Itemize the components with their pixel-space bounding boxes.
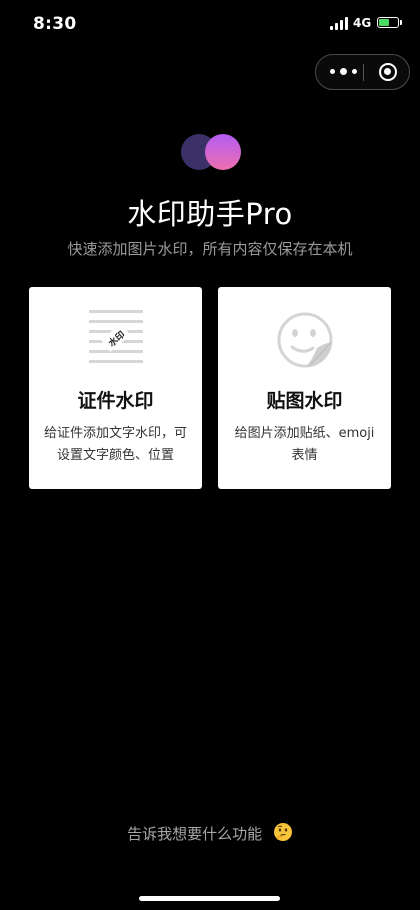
battery-level: [379, 19, 389, 26]
battery-tip: [400, 20, 402, 25]
miniprogram-capsule: [315, 54, 410, 90]
network-type: 4G: [353, 16, 372, 30]
document-watermark-icon: 水印: [88, 310, 143, 363]
card-description-line: 给证件添加文字水印，可: [43, 426, 187, 441]
status-bar: 8:30 4G: [0, 0, 420, 50]
capsule-divider: [362, 64, 364, 81]
feedback-link[interactable]: 告诉我想要什么功能: [0, 822, 420, 845]
smiley-sticker-icon: [277, 312, 332, 368]
card-title: 证件水印: [77, 390, 154, 412]
card-description-line: 设置文字颜色、位置: [56, 448, 174, 463]
target-close-icon[interactable]: [379, 63, 397, 81]
app-logo: [181, 132, 245, 172]
sticker-watermark-card[interactable]: 贴图水印 给图片添加贴纸、emoji 表情: [218, 287, 391, 489]
battery-icon: [377, 17, 399, 28]
more-dots-icon[interactable]: [330, 66, 360, 78]
logo-circle-bright: [205, 134, 241, 170]
home-indicator: [139, 896, 280, 901]
id-watermark-card[interactable]: 水印 证件水印 给证件添加文字水印，可 设置文字颜色、位置: [29, 287, 202, 489]
card-description: 给证件添加文字水印，可 设置文字颜色、位置: [37, 423, 194, 467]
signal-icon: [330, 17, 349, 30]
thinking-face-icon: [273, 823, 292, 841]
card-description: 给图片添加贴纸、emoji 表情: [226, 423, 383, 467]
status-time: 8:30: [33, 14, 77, 34]
app-subtitle: 快速添加图片水印，所有内容仅保存在本机: [67, 240, 353, 258]
feedback-label: 告诉我想要什么功能: [127, 825, 263, 843]
card-title: 贴图水印: [266, 390, 343, 412]
card-description-line: 给图片添加贴纸、emoji: [234, 426, 375, 441]
app-title: 水印助手Pro: [127, 197, 293, 231]
card-description-line: 表情: [291, 448, 318, 463]
